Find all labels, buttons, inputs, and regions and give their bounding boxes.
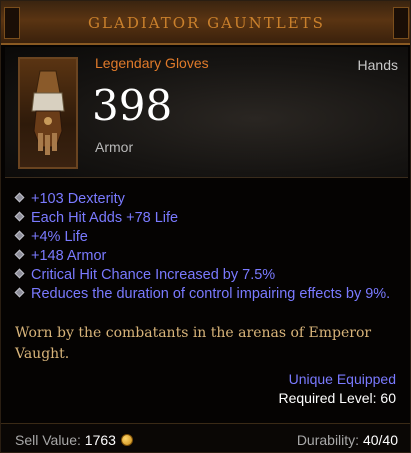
gold-coin-icon [120, 434, 133, 446]
durability-label: Durability: [296, 432, 360, 448]
flavor-text: Worn by the combatants in the arenas of … [15, 325, 372, 362]
affix-list: +103 Dexterity Each Hit Adds +78 Life +4… [14, 190, 401, 304]
item-portrait [18, 57, 78, 169]
affix-bullet-icon [14, 287, 25, 298]
item-header: Legendary Gloves Hands 398 Armor [5, 47, 408, 178]
sell-value: Sell Value: 1763 [15, 432, 133, 448]
affix-bullet-icon [14, 192, 25, 203]
affix-line: +4% Life [14, 228, 401, 247]
affix-line: Reduces the duration of control impairin… [14, 285, 401, 304]
sell-amount: 1763 [84, 432, 116, 448]
affix-line: Critical Hit Chance Increased by 7.5% [14, 266, 401, 285]
item-name: GLADIATOR GAUNTLETS [88, 14, 325, 32]
item-slot: Hands [357, 57, 398, 73]
affix-bullet-icon [14, 268, 25, 279]
armor-value: 398 [92, 81, 173, 130]
durability: Durability: 40/40 [297, 432, 398, 448]
durability-value: 40/40 [362, 432, 398, 448]
gauntlet-icon [31, 70, 65, 155]
affix-line: +103 Dexterity [14, 190, 401, 209]
unique-equipped-label: Unique Equipped [288, 371, 396, 387]
armor-label: Armor [95, 139, 134, 155]
affix-bullet-icon [14, 211, 25, 222]
tooltip-footer: Sell Value: 1763 Durability: 40/40 [1, 423, 410, 452]
item-type: Legendary Gloves [95, 55, 209, 71]
affix-line: Each Hit Adds +78 Life [14, 209, 401, 228]
sell-label: Sell Value: [15, 432, 81, 448]
affix-bullet-icon [14, 249, 25, 260]
item-tooltip: GLADIATOR GAUNTLETS Legendary Gloves Han… [0, 0, 411, 453]
required-level: Required Level: 60 [278, 390, 396, 406]
title-bar: GLADIATOR GAUNTLETS [1, 1, 410, 45]
affix-bullet-icon [14, 230, 25, 241]
affix-line: +148 Armor [14, 247, 401, 266]
